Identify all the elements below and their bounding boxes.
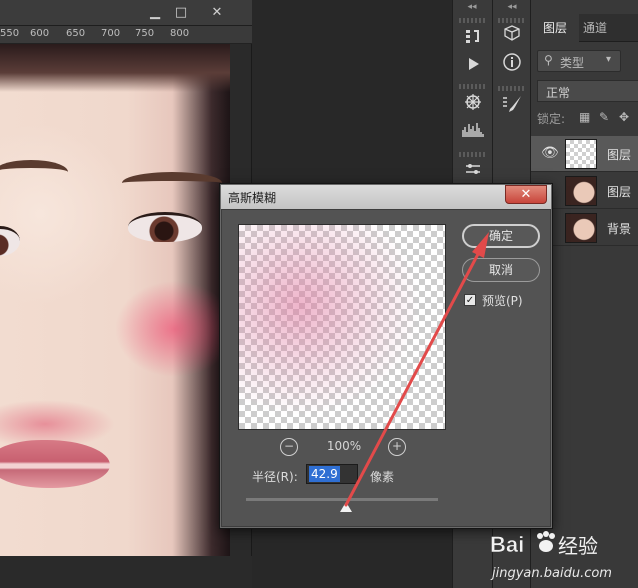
zoom-in-icon[interactable]: + xyxy=(388,438,406,456)
ruler-label: 650 xyxy=(66,28,86,39)
ruler-label: 700 xyxy=(101,28,121,39)
ruler-label: 550 xyxy=(0,28,20,39)
info-icon[interactable] xyxy=(498,52,526,78)
history-icon[interactable] xyxy=(459,26,487,52)
brush-settings-icon[interactable] xyxy=(459,92,487,118)
document-bottom-area xyxy=(0,556,252,588)
collapse-panel-icon[interactable]: ◂◂ xyxy=(493,2,531,16)
maximize-button[interactable]: □ xyxy=(168,4,194,22)
ruler-label: 800 xyxy=(170,28,190,39)
left-eyebrow xyxy=(0,160,68,184)
document-window: ▁ □ ✕ 550 600 650 700 750 800 xyxy=(0,0,252,588)
lips xyxy=(0,440,110,488)
preview-checkbox[interactable]: ✓ xyxy=(464,294,476,306)
layer-row[interactable]: 👁 图层 xyxy=(531,136,638,172)
radius-slider-track[interactable] xyxy=(246,498,438,501)
zoom-level: 100% xyxy=(326,439,362,453)
drag-grip[interactable] xyxy=(498,86,526,91)
left-eye xyxy=(0,226,20,256)
watermark-url: jingyan.baidu.com xyxy=(492,566,612,581)
blur-preview[interactable] xyxy=(238,224,446,430)
document-titlebar: ▁ □ ✕ xyxy=(0,0,252,26)
svg-text:经验: 经验 xyxy=(558,534,598,558)
layer-filter-select[interactable]: ⚲ 类型 ▾ xyxy=(537,50,621,72)
drag-grip[interactable] xyxy=(498,18,526,23)
tab-layers[interactable]: 图层 xyxy=(531,14,579,42)
horizontal-ruler: 550 600 650 700 750 800 xyxy=(0,26,252,44)
minimize-button[interactable]: ▁ xyxy=(142,4,168,22)
close-document-button[interactable]: ✕ xyxy=(204,4,230,22)
zoom-out-icon[interactable]: − xyxy=(280,438,298,456)
dialog-title: 高斯模糊 xyxy=(228,191,277,205)
radius-label: 半径(R): xyxy=(252,470,298,484)
drag-grip[interactable] xyxy=(459,18,487,23)
search-icon: ⚲ xyxy=(544,53,553,67)
close-icon[interactable]: ✕ xyxy=(505,185,547,204)
layer-name: 背景 xyxy=(607,222,632,236)
chevron-down-icon: ▾ xyxy=(606,54,612,65)
layer-name: 图层 xyxy=(607,185,632,199)
layer-thumbnail xyxy=(565,176,597,206)
radius-value: 42.9 xyxy=(309,466,340,482)
gaussian-blur-dialog: 高斯模糊 ✕ − 100% + 确定 取消 ✓ 预览(P) 半径(R): 42.… xyxy=(219,183,553,529)
lock-label: 锁定: xyxy=(537,112,566,126)
right-eye xyxy=(128,212,202,242)
play-icon[interactable] xyxy=(459,54,487,80)
blend-mode-value: 正常 xyxy=(546,86,571,100)
ruler-label: 750 xyxy=(135,28,155,39)
collapse-panel-icon[interactable]: ◂◂ xyxy=(453,2,491,16)
drag-grip[interactable] xyxy=(459,152,487,157)
right-eyebrow xyxy=(122,172,222,194)
3d-cube-icon[interactable] xyxy=(498,24,526,50)
watermark-logo: Bai 经验 xyxy=(490,531,598,558)
ruler-label: 600 xyxy=(30,28,50,39)
filter-label: 类型 xyxy=(560,56,585,70)
preview-label[interactable]: 预览(P) xyxy=(482,292,523,309)
hair-region xyxy=(0,44,230,92)
brush-icon[interactable] xyxy=(498,94,526,120)
histogram-icon[interactable] xyxy=(459,120,487,146)
drag-grip[interactable] xyxy=(459,84,487,89)
layer-thumbnail xyxy=(565,139,597,169)
blend-mode-select[interactable]: 正常 xyxy=(537,80,638,102)
svg-text:Bai: Bai xyxy=(490,532,524,557)
layer-thumbnail xyxy=(565,213,597,243)
radius-unit: 像素 xyxy=(370,470,395,484)
dialog-body: − 100% + 确定 取消 ✓ 预览(P) 半径(R): 42.9 像素 xyxy=(221,209,551,527)
radius-slider-thumb[interactable] xyxy=(340,502,352,512)
tab-channels[interactable]: 通道 xyxy=(583,14,623,42)
cancel-button[interactable]: 取消 xyxy=(462,258,540,282)
layer-name: 图层 xyxy=(607,148,632,162)
panel-tabs: 图层 通道 xyxy=(531,14,638,42)
lock-paint-icon[interactable]: ✎ xyxy=(599,110,609,124)
radius-input[interactable]: 42.9 xyxy=(306,464,358,484)
dialog-titlebar[interactable]: 高斯模糊 ✕ xyxy=(221,185,551,209)
ok-button[interactable]: 确定 xyxy=(462,224,540,248)
lock-transparency-icon[interactable]: ▦ xyxy=(579,110,590,124)
photo-canvas[interactable] xyxy=(0,44,230,556)
visibility-eye-icon[interactable]: 👁 xyxy=(541,145,559,161)
lock-position-icon[interactable]: ✥ xyxy=(619,110,629,124)
lock-row: 锁定: ▦ ✎ ✥ xyxy=(537,108,638,128)
